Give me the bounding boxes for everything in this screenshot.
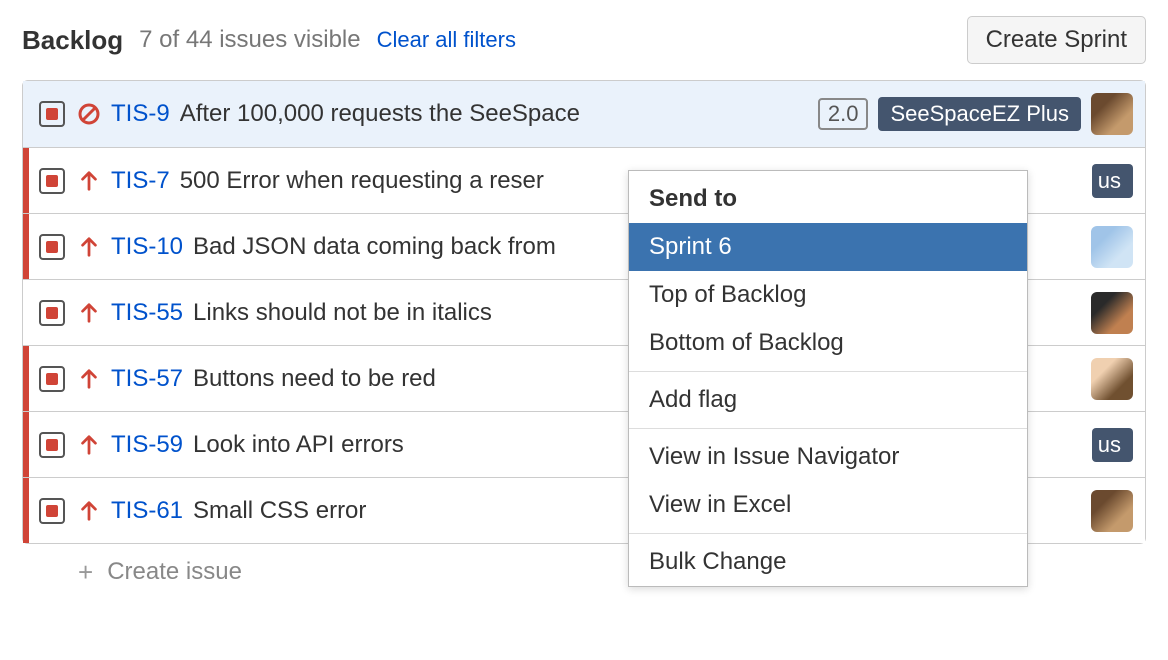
priority-stripe [23,81,29,147]
priority-stripe [23,148,29,213]
issue-type-icon [39,234,65,260]
priority-high-icon [77,499,101,523]
row-badges: us [1092,164,1133,198]
priority-stripe [23,412,29,477]
priority-high-icon [77,235,101,259]
context-menu-item[interactable]: Sprint 6 [629,223,1027,271]
assignee-avatar[interactable] [1091,226,1133,268]
menu-separator [629,371,1027,372]
issue-key[interactable]: TIS-57 [111,365,183,393]
row-badges [1091,490,1133,532]
issue-type-icon [39,498,65,524]
row-badges [1091,226,1133,268]
priority-high-icon [77,433,101,457]
issue-key[interactable]: TIS-59 [111,431,183,459]
assignee-avatar[interactable] [1091,93,1133,135]
issue-count: 7 of 44 issues visible [139,26,360,54]
assignee-avatar[interactable] [1091,490,1133,532]
priority-high-icon [77,169,101,193]
epic-badge[interactable]: us [1092,428,1133,462]
context-menu-item[interactable]: View in Issue Navigator [629,433,1027,481]
row-badges [1091,358,1133,400]
context-menu-item[interactable]: Add flag [629,376,1027,424]
priority-stripe [23,214,29,279]
row-badges [1091,292,1133,334]
issue-summary: After 100,000 requests the SeeSpace [180,100,808,128]
issue-type-icon [39,300,65,326]
version-badge[interactable]: 2.0 [818,98,869,130]
context-menu-item[interactable]: View in Excel [629,481,1027,529]
priority-stripe [23,478,29,543]
issue-type-icon [39,366,65,392]
issue-type-icon [39,101,65,127]
issue-key[interactable]: TIS-7 [111,167,170,195]
row-badges: us [1092,428,1133,462]
context-menu: Send to Sprint 6Top of BacklogBottom of … [628,170,1028,587]
issue-key[interactable]: TIS-55 [111,299,183,327]
context-menu-title: Send to [629,171,1027,223]
epic-badge[interactable]: us [1092,164,1133,198]
priority-stripe [23,346,29,411]
context-menu-item[interactable]: Bulk Change [629,538,1027,586]
assignee-avatar[interactable] [1091,292,1133,334]
issue-key[interactable]: TIS-9 [111,100,170,128]
plus-icon: + [78,559,93,585]
menu-separator [629,428,1027,429]
menu-separator [629,533,1027,534]
context-menu-item[interactable]: Top of Backlog [629,271,1027,319]
epic-badge[interactable]: SeeSpaceEZ Plus [878,97,1081,131]
priority-high-icon [77,301,101,325]
priority-stripe [23,280,29,345]
issue-key[interactable]: TIS-10 [111,233,183,261]
clear-filters-link[interactable]: Clear all filters [377,27,516,53]
page-title: Backlog [22,25,123,56]
create-sprint-button[interactable]: Create Sprint [967,16,1146,64]
create-issue-label: Create issue [107,558,242,586]
row-badges: 2.0 SeeSpaceEZ Plus [818,93,1133,135]
priority-high-icon [77,367,101,391]
issue-type-icon [39,432,65,458]
context-menu-item[interactable]: Bottom of Backlog [629,319,1027,367]
issue-type-icon [39,168,65,194]
blocker-icon [77,102,101,126]
issue-row[interactable]: TIS-9 After 100,000 requests the SeeSpace… [23,81,1145,147]
issue-key[interactable]: TIS-61 [111,497,183,525]
assignee-avatar[interactable] [1091,358,1133,400]
